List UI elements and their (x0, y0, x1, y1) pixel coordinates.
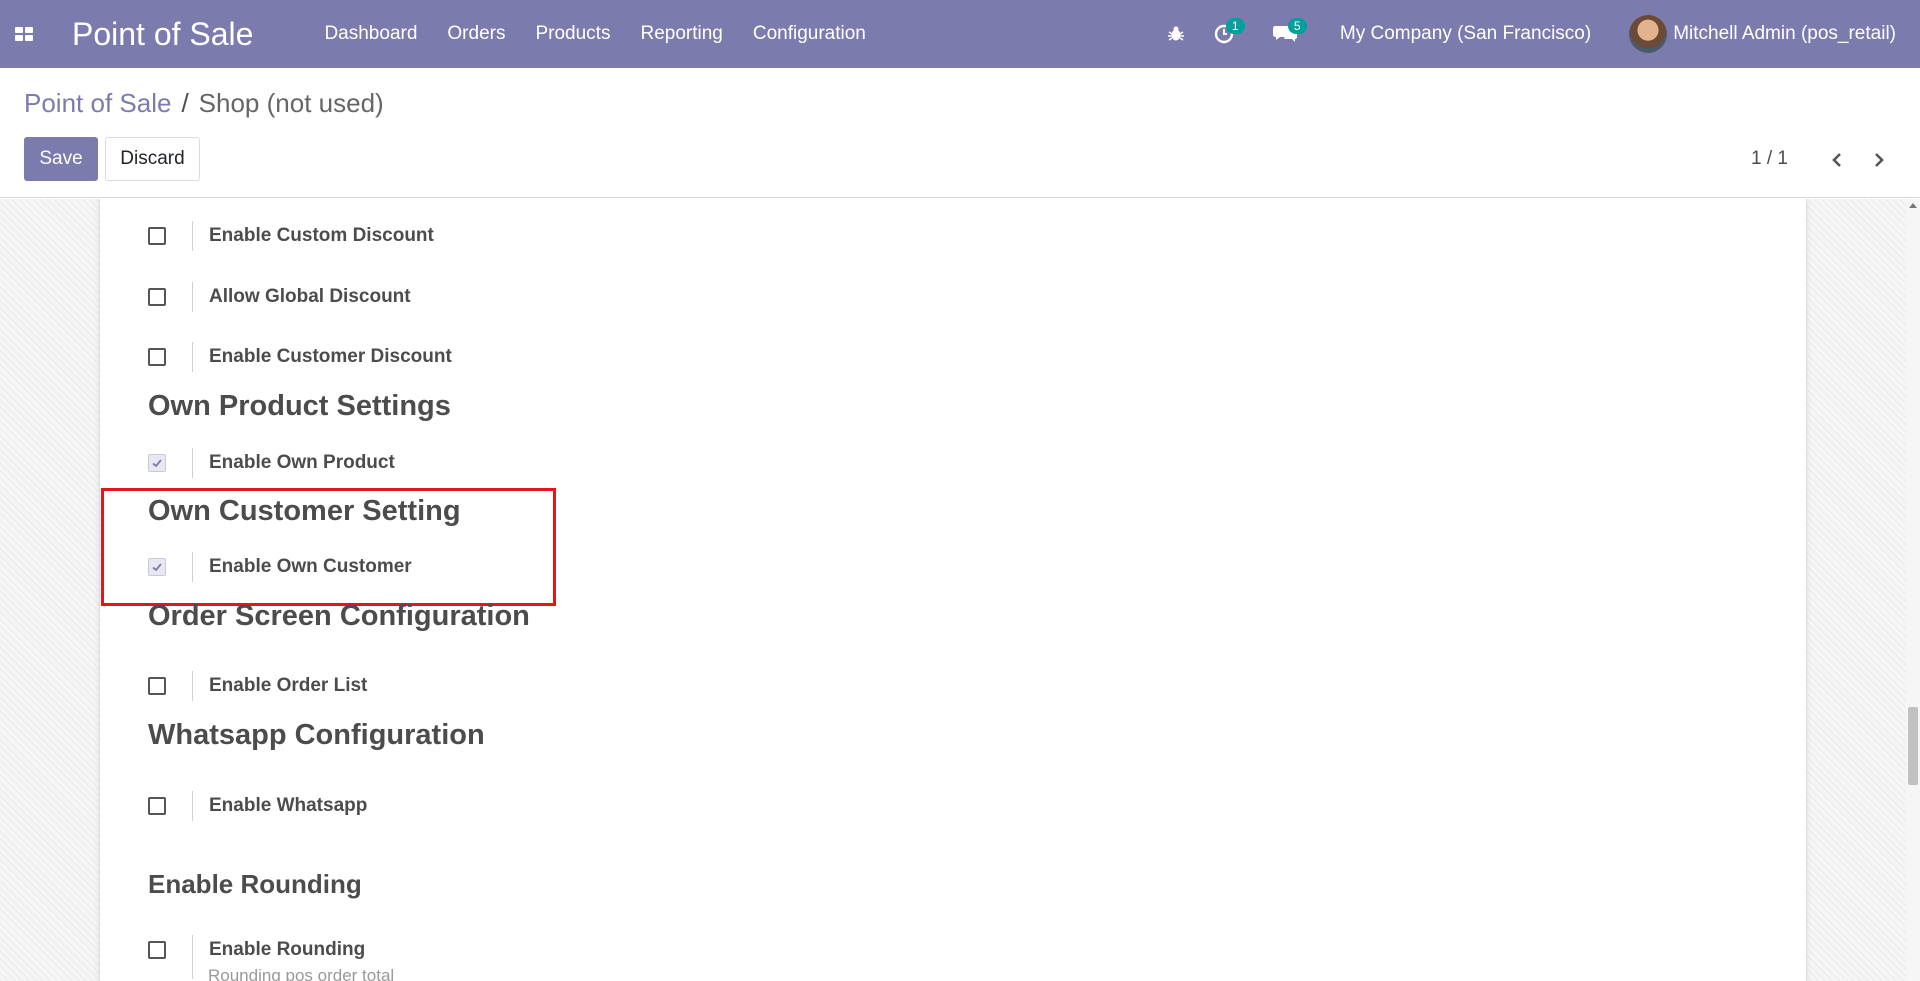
breadcrumb-parent[interactable]: Point of Sale (24, 88, 171, 119)
save-button[interactable]: Save (24, 137, 98, 181)
breadcrumb-current: Shop (not used) (198, 88, 384, 118)
setting-row-customer-discount: Enable Customer Discount (148, 342, 452, 372)
app-brand[interactable]: Point of Sale (72, 16, 253, 53)
activity-clock-icon[interactable]: 1 (1196, 0, 1252, 68)
menu-reporting[interactable]: Reporting (625, 23, 737, 45)
divider (192, 282, 193, 312)
rounding-label: Enable Rounding (209, 939, 366, 960)
scroll-up-arrow-icon[interactable] (1909, 203, 1917, 208)
divider (192, 791, 193, 821)
form-content: Enable Custom Discount Allow Global Disc… (0, 199, 1920, 981)
divider (192, 935, 193, 979)
checkmark-icon (152, 459, 162, 468)
page-scrollbar[interactable] (1906, 199, 1920, 981)
own-customer-label: Enable Own Customer (209, 556, 412, 577)
setting-row-rounding: Enable Rounding (148, 935, 366, 979)
divider (192, 448, 193, 478)
setting-row-custom-discount: Enable Custom Discount (148, 221, 434, 251)
own-product-checkbox[interactable] (148, 454, 166, 472)
breadcrumb: Point of Sale / Shop (not used) (24, 88, 384, 119)
setting-row-order-list: Enable Order List (148, 671, 367, 701)
pager-previous-icon[interactable] (1822, 146, 1852, 174)
order-screen-section-title: Order Screen Configuration (148, 600, 530, 632)
custom-discount-label: Enable Custom Discount (209, 225, 434, 246)
global-discount-checkbox[interactable] (148, 288, 166, 306)
scroll-thumb[interactable] (1908, 707, 1918, 785)
menu-dashboard[interactable]: Dashboard (309, 23, 432, 45)
menu-configuration[interactable]: Configuration (738, 23, 881, 45)
custom-discount-checkbox[interactable] (148, 227, 166, 245)
menu-products[interactable]: Products (520, 23, 625, 45)
own-customer-section-title: Own Customer Setting (148, 495, 461, 527)
messages-chat-icon[interactable]: 5 (1252, 0, 1318, 68)
avatar (1629, 15, 1668, 53)
customer-discount-label: Enable Customer Discount (209, 346, 452, 367)
whatsapp-section-title: Whatsapp Configuration (148, 719, 485, 751)
main-menu: Dashboard Orders Products Reporting Conf… (309, 23, 880, 45)
order-list-label: Enable Order List (209, 675, 368, 696)
setting-row-global-discount: Allow Global Discount (148, 282, 411, 312)
global-discount-label: Allow Global Discount (209, 286, 411, 307)
discard-button[interactable]: Discard (105, 137, 200, 181)
whatsapp-label: Enable Whatsapp (209, 795, 368, 816)
own-product-label: Enable Own Product (209, 452, 395, 473)
rounding-checkbox[interactable] (148, 941, 166, 959)
menu-orders[interactable]: Orders (432, 23, 520, 45)
top-navbar: Point of Sale Dashboard Orders Products … (0, 0, 1920, 68)
rounding-section-title: Enable Rounding (148, 869, 362, 899)
order-list-checkbox[interactable] (148, 677, 166, 695)
user-name: Mitchell Admin (pos_retail) (1673, 23, 1896, 44)
own-product-section-title: Own Product Settings (148, 390, 451, 422)
control-panel: Point of Sale / Shop (not used) Save Dis… (0, 68, 1920, 198)
whatsapp-checkbox[interactable] (148, 797, 166, 815)
divider (192, 221, 193, 251)
divider (192, 342, 193, 372)
breadcrumb-separator: / (181, 88, 189, 118)
setting-row-own-customer: Enable Own Customer (148, 552, 412, 582)
user-menu[interactable]: Mitchell Admin (pos_retail) (1629, 15, 1896, 53)
rounding-help-text: Rounding pos order total (208, 966, 395, 981)
divider (192, 671, 193, 701)
debug-bug-icon[interactable] (1156, 0, 1196, 68)
messages-badge: 5 (1287, 18, 1307, 34)
setting-row-own-product: Enable Own Product (148, 448, 395, 478)
form-sheet: Enable Custom Discount Allow Global Disc… (99, 199, 1807, 981)
navbar-right: 1 5 My Company (San Francisco) Mitchell … (1156, 0, 1920, 68)
apps-menu-icon[interactable] (0, 0, 48, 68)
pager-value[interactable]: 1 / 1 (1751, 148, 1788, 170)
pager-next-icon[interactable] (1864, 146, 1894, 174)
setting-row-whatsapp: Enable Whatsapp (148, 791, 367, 821)
divider (192, 552, 193, 582)
own-customer-checkbox[interactable] (148, 558, 166, 576)
checkmark-icon (152, 563, 162, 572)
customer-discount-checkbox[interactable] (148, 348, 166, 366)
company-switcher[interactable]: My Company (San Francisco) (1340, 23, 1591, 45)
activity-badge: 1 (1225, 18, 1245, 34)
